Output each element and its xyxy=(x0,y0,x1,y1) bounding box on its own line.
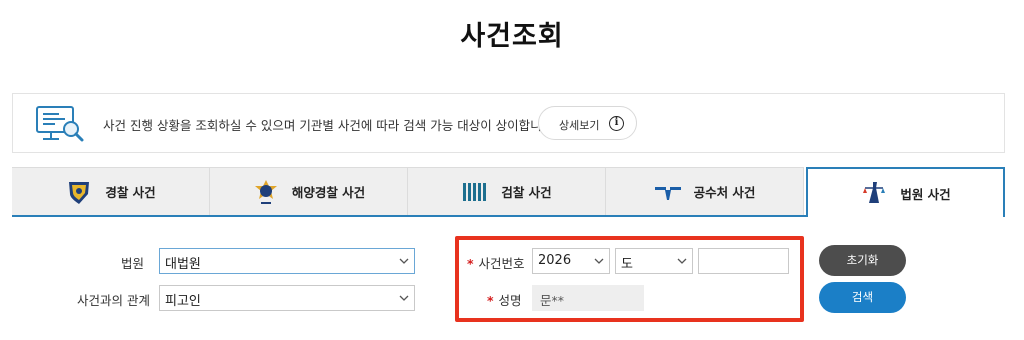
case-number-label: * 사건번호 xyxy=(467,253,525,272)
court-select-value: 대법원 xyxy=(165,257,201,272)
police-emblem-icon xyxy=(69,181,90,204)
case-type-value: 도 xyxy=(621,257,633,272)
relation-select[interactable]: 피고인 xyxy=(159,285,415,311)
chevron-down-icon xyxy=(677,258,687,264)
case-number-label-text: 사건번호 xyxy=(478,256,525,271)
info-banner: 사건 진행 상황을 조회하실 수 있으며 기관별 사건에 따라 검색 가능 대상… xyxy=(12,93,1005,153)
chevron-down-icon xyxy=(594,258,604,264)
name-label: * 성명 xyxy=(487,290,522,309)
tab-coast-guard[interactable]: 해양경찰 사건 xyxy=(210,167,408,215)
coast-guard-emblem-icon xyxy=(254,179,277,204)
tab-prosecution-label: 검찰 사건 xyxy=(501,185,552,200)
court-emblem-icon xyxy=(863,182,886,203)
tab-court-label: 법원 사건 xyxy=(900,186,951,202)
court-label: 법원 xyxy=(121,256,145,271)
name-field: 문** xyxy=(532,285,644,311)
case-year-value: 2026 xyxy=(538,253,572,268)
required-mark: * xyxy=(487,293,494,308)
cio-emblem-icon xyxy=(654,186,681,200)
required-mark: * xyxy=(467,256,474,271)
detail-button-label: 상세보기 xyxy=(559,119,600,132)
info-text: 사건 진행 상황을 조회하실 수 있으며 기관별 사건에 따라 검색 가능 대상… xyxy=(103,118,558,133)
tab-cio[interactable]: 공수처 사건 xyxy=(606,167,804,215)
case-type-select[interactable]: 도 xyxy=(615,248,693,274)
tab-prosecution[interactable]: 검찰 사건 xyxy=(408,167,606,215)
tab-court[interactable]: 법원 사건 xyxy=(806,167,1005,217)
court-select[interactable]: 대법원 xyxy=(159,248,415,274)
tab-cio-label: 공수처 사건 xyxy=(693,185,756,200)
agency-tabs: 경찰 사건 해양경찰 사건 검찰 사건 공수처 사건 법원 사건 xyxy=(12,167,1005,217)
monitor-search-icon xyxy=(36,106,84,142)
tab-police[interactable]: 경찰 사건 xyxy=(12,167,210,215)
reset-button[interactable]: 초기화 xyxy=(819,245,906,276)
tab-coast-guard-label: 해양경찰 사건 xyxy=(291,185,366,200)
case-serial-input[interactable] xyxy=(698,248,789,274)
info-icon: i xyxy=(609,116,624,131)
detail-button[interactable]: 상세보기 i xyxy=(538,106,637,140)
chevron-down-icon xyxy=(399,258,409,264)
page-title: 사건조회 xyxy=(460,21,564,52)
relation-select-value: 피고인 xyxy=(165,294,201,309)
name-label-text: 성명 xyxy=(498,293,522,308)
case-year-select[interactable]: 2026 xyxy=(532,248,610,274)
chevron-down-icon xyxy=(399,295,409,301)
tab-police-label: 경찰 사건 xyxy=(105,185,156,200)
prosecution-emblem-icon xyxy=(463,182,487,201)
name-value: 문** xyxy=(540,293,565,308)
relation-label: 사건과의 관계 xyxy=(77,293,150,308)
search-button[interactable]: 검색 xyxy=(819,282,906,313)
